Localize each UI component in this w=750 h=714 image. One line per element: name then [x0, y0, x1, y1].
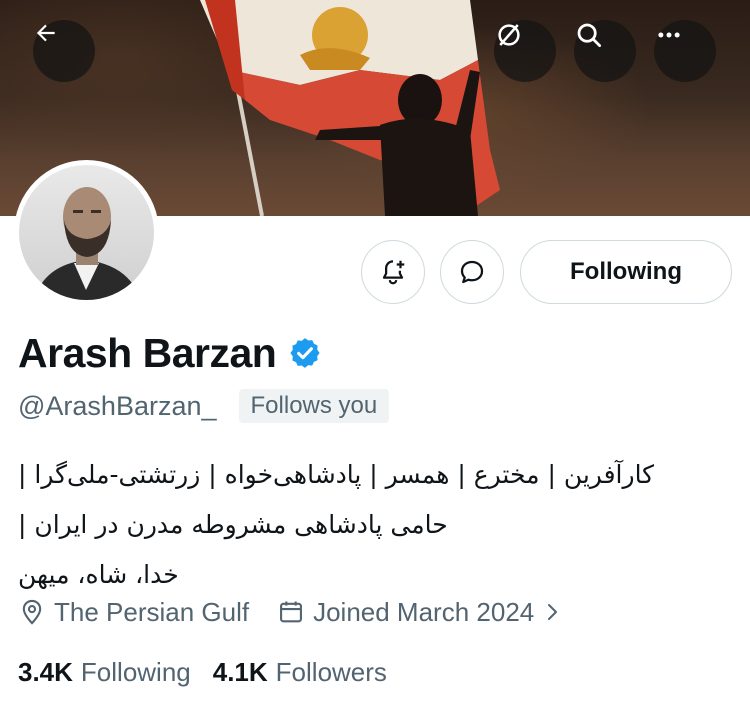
- arrow-left-icon: [36, 24, 55, 42]
- back-button[interactable]: [33, 20, 95, 82]
- profile-meta: The Persian Gulf Joined March 2024: [18, 592, 564, 632]
- followers-count: 4.1K: [212, 656, 268, 687]
- message-button[interactable]: [440, 240, 504, 304]
- join-date[interactable]: Joined March 2024: [277, 597, 564, 628]
- following-button[interactable]: Following: [520, 240, 732, 304]
- bio-line-text: حامی پادشاهی مشروطه مدرن در ایران |: [18, 510, 448, 539]
- bio-line-text: کارآفرین | مخترع | همسر | پادشاهی‌خواه |…: [18, 460, 655, 489]
- grok-button[interactable]: [494, 20, 556, 82]
- avatar-image: [19, 165, 154, 300]
- followers-stat[interactable]: 4.1K Followers: [213, 657, 387, 688]
- search-icon: [577, 23, 601, 47]
- more-button[interactable]: [654, 20, 716, 82]
- bio-line: حامی پادشاهی مشروطه مدرن در ایران |: [18, 502, 730, 552]
- notifications-button[interactable]: [361, 240, 425, 304]
- following-count: 3.4K: [18, 656, 73, 687]
- handle-row: @ArashBarzan_ Follows you: [18, 388, 390, 424]
- avatar[interactable]: [14, 160, 159, 305]
- grok-icon: [498, 24, 520, 46]
- location-text: The Persian Gulf: [54, 596, 250, 627]
- name-row: Arash Barzan: [18, 328, 322, 378]
- username: @ArashBarzan_: [18, 390, 217, 421]
- location: The Persian Gulf: [18, 597, 249, 628]
- bio-line: کارآفرین | مخترع | همسر | پادشاهی‌خواه |…: [18, 452, 730, 502]
- verified-badge-icon[interactable]: [288, 336, 322, 370]
- following-stat[interactable]: 3.4K Following: [18, 657, 191, 688]
- follow-stats: 3.4K Following 4.1K Followers: [18, 652, 387, 692]
- chevron-right-icon: [548, 604, 558, 620]
- bio: کارآفرین | مخترع | همسر | پادشاهی‌خواه |…: [18, 452, 730, 602]
- followers-label: Followers: [275, 656, 387, 687]
- follows-you-badge: Follows you: [238, 389, 390, 423]
- display-name: Arash Barzan: [18, 329, 277, 376]
- more-icon: [658, 32, 680, 38]
- location-pin-icon: [22, 599, 42, 625]
- following-label: Following: [80, 656, 191, 687]
- message-icon: [460, 260, 484, 284]
- bell-plus-icon: [382, 260, 405, 285]
- search-button[interactable]: [574, 20, 636, 82]
- calendar-icon: [280, 601, 303, 623]
- join-date-text: Joined March 2024: [313, 596, 535, 627]
